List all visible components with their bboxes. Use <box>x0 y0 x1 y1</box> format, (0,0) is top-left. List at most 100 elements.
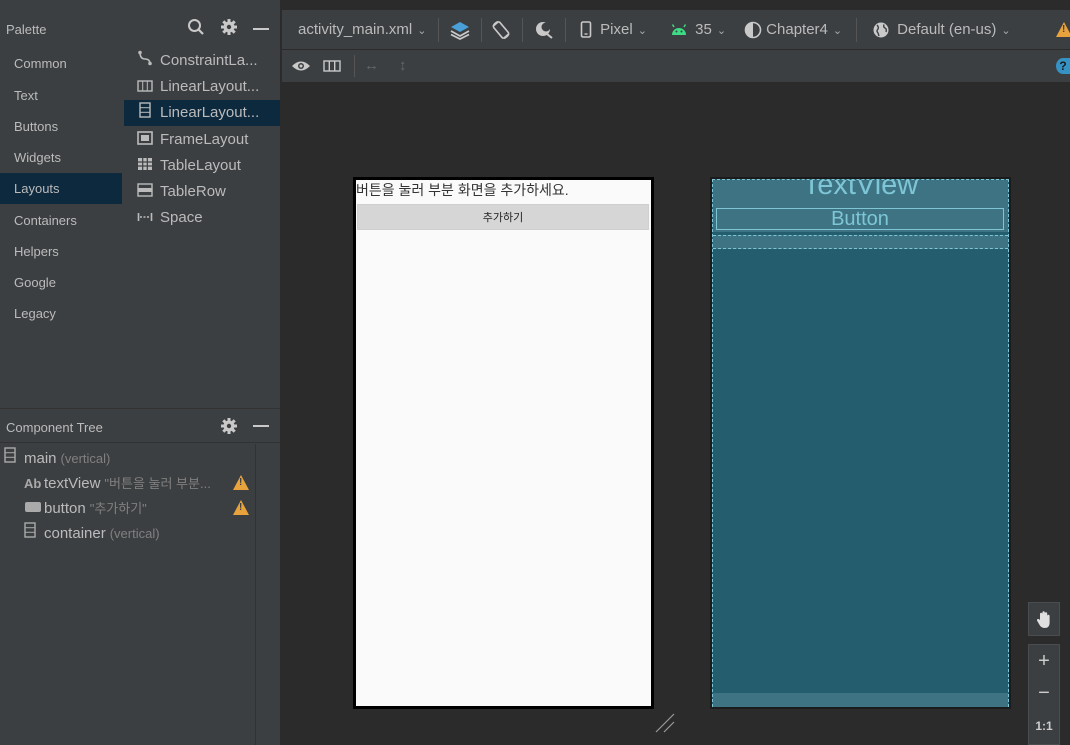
tree-scrollbar[interactable] <box>255 444 280 745</box>
palette-item-label: TableLayout <box>160 157 241 174</box>
night-mode-button[interactable] <box>533 10 555 50</box>
palette-item-space[interactable]: Space <box>124 205 280 231</box>
tree-row-button[interactable]: button "추가하기" <box>24 496 147 521</box>
phone-icon <box>580 21 592 38</box>
blueprint-button[interactable]: Button <box>716 208 1004 230</box>
palette-item-label: TableRow <box>160 183 226 200</box>
rotate-icon <box>490 20 512 40</box>
zoom-out-icon[interactable]: − <box>1029 678 1059 711</box>
category-helpers[interactable]: Helpers <box>0 236 122 267</box>
category-layouts[interactable]: Layouts <box>0 173 122 204</box>
layout-guidelines-button[interactable] <box>323 50 341 82</box>
gear-icon[interactable] <box>220 417 238 438</box>
separator <box>354 55 355 77</box>
tree-row-textview[interactable]: Ab textView "버튼을 눌러 부분... <box>24 471 224 496</box>
category-widgets[interactable]: Widgets <box>0 142 122 173</box>
api-dropdown[interactable]: 35 ⌄ <box>670 10 726 50</box>
help-icon[interactable]: ? <box>1056 58 1070 74</box>
chevron-down-icon: ⌄ <box>417 25 427 37</box>
tree-row-container[interactable]: container (vertical) <box>24 521 160 546</box>
gear-icon[interactable] <box>220 18 238 40</box>
component-tree-header: Component Tree <box>0 409 280 443</box>
category-legacy[interactable]: Legacy <box>0 298 122 329</box>
android-icon <box>670 21 688 38</box>
palette-item-tablelayout[interactable]: TableLayout <box>124 153 280 179</box>
zoom-in-icon[interactable]: + <box>1029 645 1059 678</box>
chevron-down-icon: ⌄ <box>832 25 843 37</box>
separator <box>856 18 857 42</box>
theme-label: Chapter4 <box>766 21 828 38</box>
zoom-reset-button[interactable]: 1:1 <box>1029 711 1059 744</box>
palette-item-label: FrameLayout <box>160 131 249 148</box>
warning-icon[interactable]: ! <box>233 475 249 490</box>
category-text[interactable]: Text <box>0 80 122 111</box>
category-buttons[interactable]: Buttons <box>0 111 122 142</box>
palette-title: Palette <box>6 22 47 37</box>
space-icon <box>136 205 154 231</box>
resize-handle-icon[interactable] <box>652 710 678 736</box>
linear-layout-horizontal-icon <box>136 74 154 100</box>
blueprint-textview[interactable]: TextView <box>713 180 1008 202</box>
palette-item-framelayout[interactable]: FrameLayout <box>124 127 280 153</box>
orientation-button[interactable] <box>490 10 512 50</box>
category-containers[interactable]: Containers <box>0 205 122 236</box>
category-google[interactable]: Google <box>0 267 122 298</box>
design-textview[interactable]: 버튼을 눌러 부분 화면을 추가하세요. <box>356 180 651 202</box>
warning-icon[interactable]: ! <box>233 500 249 515</box>
expand-horizontal-icon[interactable]: ↔ <box>364 50 379 82</box>
locale-dropdown[interactable]: Default (en-us) ⌄ <box>872 10 1011 50</box>
design-toolbar: activity_main.xml ⌄ Pixel ⌄ 35 ⌄ Chapter4 ⌄ … <box>282 10 1070 50</box>
palette-item-constraintlayout[interactable]: ConstraintLa... <box>124 48 280 74</box>
chevron-down-icon: ⌄ <box>716 25 727 37</box>
api-label: 35 <box>695 21 712 38</box>
pan-button[interactable] <box>1028 602 1060 636</box>
tree-row-desc: (vertical) <box>60 451 111 466</box>
design-screen[interactable] <box>356 180 651 706</box>
blueprint-nav-bar <box>713 693 1008 707</box>
tree-row-name: textView <box>44 475 101 492</box>
hand-icon <box>1035 611 1053 633</box>
tree-row-desc: "버튼을 눌러 부분... <box>104 476 211 491</box>
eye-icon <box>291 57 311 74</box>
tree-row-main[interactable]: main (vertical) <box>4 446 110 471</box>
design-button[interactable]: 추가하기 <box>357 204 649 230</box>
device-label: Pixel <box>600 21 633 38</box>
theme-icon <box>744 21 762 39</box>
palette-item-label: ConstraintLa... <box>160 52 258 69</box>
minimize-icon[interactable] <box>253 28 269 30</box>
palette-item-linearlayout-horizontal[interactable]: LinearLayout... <box>124 74 280 100</box>
table-row-icon <box>136 179 154 205</box>
tree-row-desc: "추가하기" <box>89 501 147 516</box>
tree-row-desc: (vertical) <box>109 526 160 541</box>
globe-icon <box>872 21 890 38</box>
vertical-layout-icon <box>24 521 44 546</box>
blueprint-container[interactable] <box>713 235 1008 249</box>
ui-mode-icon <box>533 21 555 39</box>
palette-item-linearlayout-vertical[interactable]: LinearLayout... <box>124 100 280 126</box>
layers-button[interactable] <box>449 10 471 50</box>
minimize-icon[interactable] <box>253 425 269 427</box>
blueprint-screen[interactable] <box>712 179 1009 707</box>
theme-dropdown[interactable]: Chapter4 ⌄ <box>744 10 842 50</box>
palette-item-label: Space <box>160 209 203 226</box>
file-dropdown[interactable]: activity_main.xml ⌄ <box>298 10 426 50</box>
blueprint-textview-clip: TextView <box>713 180 1008 202</box>
tree-row-name: button <box>44 500 86 517</box>
chevron-down-icon: ⌄ <box>1001 25 1011 37</box>
search-icon[interactable] <box>187 18 205 40</box>
view-options-button[interactable] <box>291 50 311 82</box>
tree-row-name: container <box>44 525 106 542</box>
separator <box>565 18 566 42</box>
component-tree: main (vertical) Ab textView "버튼을 눌러 부분... !… <box>0 444 255 745</box>
expand-vertical-icon[interactable]: ↕ <box>399 50 407 82</box>
vertical-layout-icon <box>4 446 24 471</box>
device-dropdown[interactable]: Pixel ⌄ <box>580 10 647 50</box>
palette-item-label: LinearLayout... <box>160 104 260 121</box>
warning-icon[interactable]: ! <box>1056 22 1070 37</box>
zoom-controls: + − 1:1 <box>1028 644 1060 745</box>
separator <box>522 18 523 42</box>
palette-item-tablerow[interactable]: TableRow <box>124 179 280 205</box>
category-common[interactable]: Common <box>0 48 122 79</box>
frame-layout-icon <box>136 127 154 153</box>
text-view-icon: Ab <box>24 476 42 491</box>
